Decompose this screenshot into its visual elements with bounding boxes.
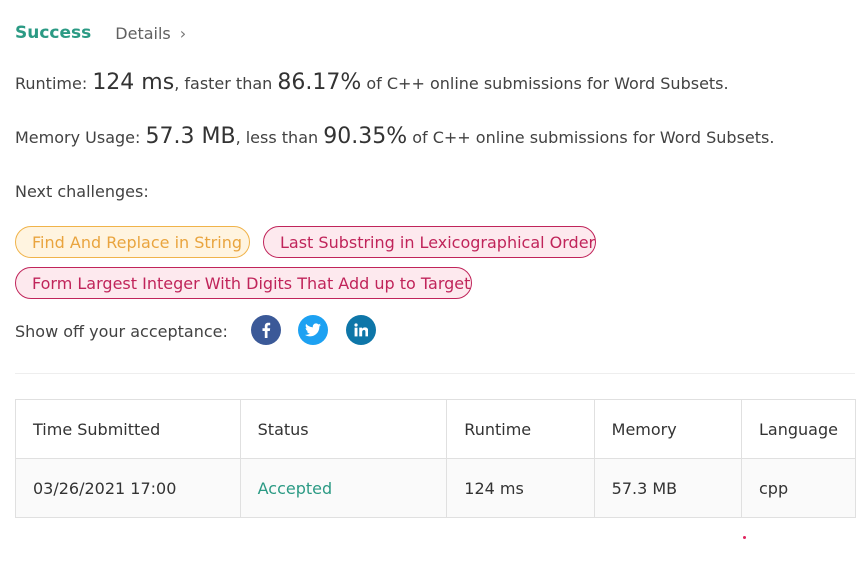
column-header: Language bbox=[741, 399, 856, 459]
linkedin-glyph bbox=[354, 323, 368, 337]
challenge-tag[interactable]: Form Largest Integer With Digits That Ad… bbox=[15, 267, 472, 299]
runtime-suffix: of C++ online submissions for Word Subse… bbox=[366, 74, 729, 93]
linkedin-icon[interactable] bbox=[346, 315, 376, 345]
decorative-dot bbox=[743, 536, 746, 539]
result-header: Success Details › bbox=[15, 20, 186, 46]
facebook-glyph bbox=[262, 322, 271, 338]
details-link[interactable]: Details › bbox=[115, 24, 186, 43]
twitter-icon[interactable] bbox=[298, 315, 328, 345]
cell-memory: 57.3 MB bbox=[593, 458, 743, 518]
memory-value: 57.3 MB bbox=[145, 124, 236, 149]
challenge-tag[interactable]: Find And Replace in String bbox=[15, 226, 250, 258]
status-title: Success bbox=[15, 23, 92, 43]
submissions-table: Time Submitted Status Runtime Memory Lan… bbox=[15, 399, 856, 518]
challenge-tag[interactable]: Last Substring in Lexicographical Order bbox=[263, 226, 596, 258]
status-link[interactable]: Accepted bbox=[258, 479, 333, 498]
table-header-row: Time Submitted Status Runtime Memory Lan… bbox=[15, 399, 856, 459]
memory-comparison: , less than bbox=[235, 128, 319, 147]
cell-status: Accepted bbox=[239, 458, 448, 518]
memory-stat: Memory Usage: 57.3 MB, less than 90.35% … bbox=[15, 124, 774, 149]
challenge-tag-label: Last Substring in Lexicographical Order bbox=[280, 232, 596, 252]
runtime-percent: 86.17% bbox=[277, 70, 362, 95]
cell-language: cpp bbox=[741, 458, 856, 518]
next-challenges-label: Next challenges: bbox=[15, 182, 149, 201]
runtime-label: Runtime: bbox=[15, 74, 88, 93]
memory-suffix: of C++ online submissions for Word Subse… bbox=[412, 128, 775, 147]
details-label: Details bbox=[115, 23, 171, 43]
chevron-right-icon: › bbox=[179, 23, 187, 43]
twitter-glyph bbox=[305, 323, 321, 337]
challenge-tag-label: Form Largest Integer With Digits That Ad… bbox=[32, 273, 471, 293]
column-header: Memory bbox=[593, 399, 743, 459]
table-row[interactable]: 03/26/2021 17:00 Accepted 124 ms 57.3 MB… bbox=[15, 458, 856, 518]
share-label: Show off your acceptance: bbox=[15, 321, 228, 341]
runtime-comparison: , faster than bbox=[174, 74, 273, 93]
memory-percent: 90.35% bbox=[323, 124, 408, 149]
submission-result-page: Success Details › Runtime: 124 ms, faste… bbox=[0, 0, 863, 565]
challenge-tag-label: Find And Replace in String bbox=[32, 232, 242, 252]
column-header: Status bbox=[239, 399, 448, 459]
cell-runtime: 124 ms bbox=[446, 458, 595, 518]
runtime-stat: Runtime: 124 ms, faster than 86.17% of C… bbox=[15, 70, 729, 95]
share-row: Show off your acceptance: bbox=[15, 316, 228, 346]
column-header: Runtime bbox=[446, 399, 595, 459]
column-header: Time Submitted bbox=[15, 399, 241, 459]
section-divider bbox=[15, 373, 855, 374]
runtime-value: 124 ms bbox=[92, 70, 175, 95]
memory-label: Memory Usage: bbox=[15, 128, 141, 147]
facebook-icon[interactable] bbox=[251, 315, 281, 345]
cell-time-submitted: 03/26/2021 17:00 bbox=[15, 458, 241, 518]
